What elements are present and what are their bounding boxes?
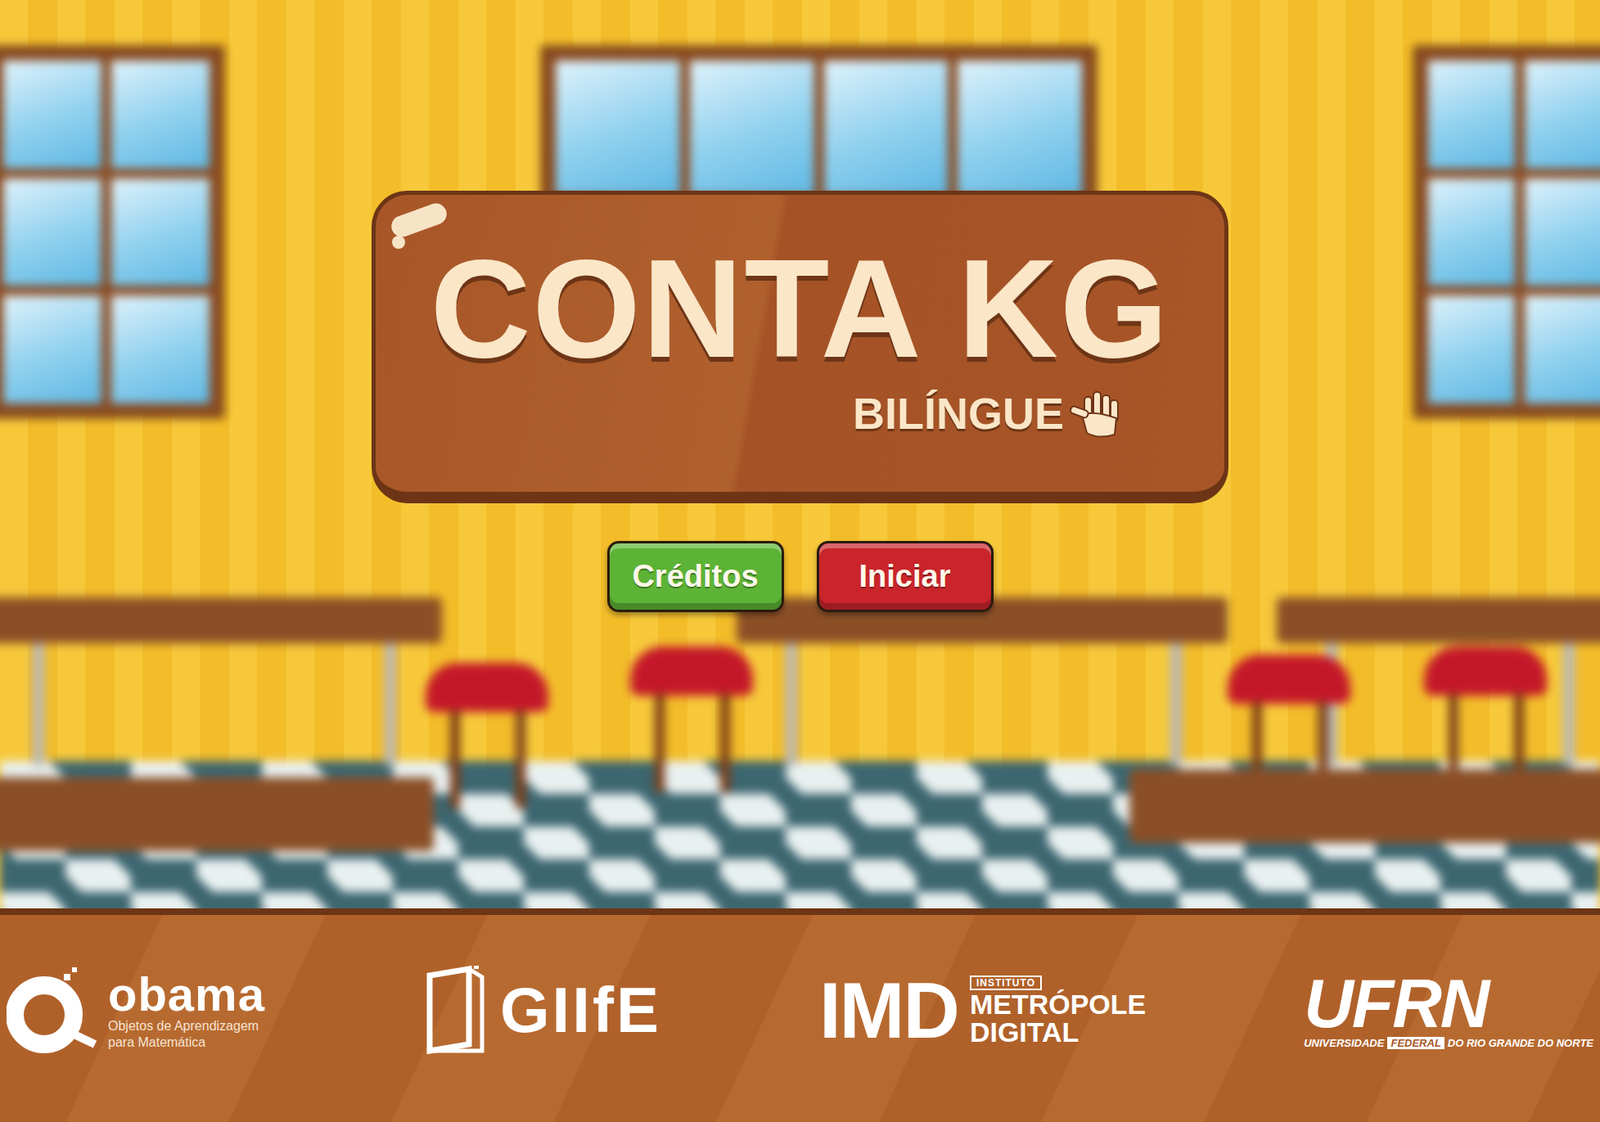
scenery — [1424, 646, 1547, 696]
window-pane — [1524, 295, 1600, 404]
logo-caption: Objetos de Aprendizagem — [108, 1018, 266, 1034]
window-pane — [111, 295, 210, 404]
logo-caption: DO RIO GRANDE DO NORTE — [1447, 1036, 1594, 1050]
window-pane — [689, 60, 815, 195]
window-pane — [3, 60, 102, 169]
logo-caption: para Matemática — [108, 1034, 266, 1051]
scenery — [1563, 643, 1575, 767]
window-pane — [111, 178, 210, 287]
scenery — [630, 646, 753, 696]
scenery — [654, 694, 665, 793]
window-pane — [3, 295, 102, 404]
window-pane — [957, 60, 1082, 195]
scenery — [515, 710, 526, 809]
window-pane — [1428, 178, 1515, 287]
button-row: Créditos Iniciar — [607, 540, 994, 613]
title-screen: CONTA KGBILÍNGUE Créditos Iniciar obamaObje… — [0, 0, 1600, 1122]
board-shine — [392, 235, 406, 249]
button-label: Iniciar — [859, 558, 951, 595]
logo-name: UFRN — [1303, 971, 1594, 1037]
start-button[interactable]: Iniciar — [816, 540, 994, 613]
logo-name: GIIfE — [500, 973, 662, 1048]
stage: CONTA KGBILÍNGUE Créditos Iniciar — [0, 0, 1600, 909]
window — [540, 45, 1097, 210]
scenery — [1227, 654, 1351, 704]
scenery — [1276, 597, 1600, 644]
scenery — [1170, 643, 1182, 767]
button-label: Créditos — [631, 558, 758, 595]
scenery — [0, 777, 434, 852]
credits-button[interactable]: Créditos — [607, 540, 785, 613]
logo-tag: INSTITUTO — [969, 975, 1042, 991]
window-pane — [1524, 178, 1600, 287]
subtitle: BILÍNGUE — [852, 387, 1064, 439]
ufrn-text: UFRNUNIVERSIDADEFEDERALDO RIO GRANDE DO … — [1303, 971, 1594, 1050]
imd-text: INSTITUTOMETRÓPOLEDIGITAL — [969, 974, 1146, 1046]
scenery — [384, 643, 397, 767]
logo-name: IMD — [819, 971, 959, 1051]
scenery — [785, 643, 798, 767]
logo-caption: FEDERAL — [1387, 1036, 1444, 1050]
imd-logo: IMDINSTITUTOMETRÓPOLEDIGITAL — [819, 971, 1146, 1051]
board-shine — [388, 200, 451, 240]
ufrn-caption: UNIVERSIDADEFEDERALDO RIO GRANDE DO NORT… — [1303, 1036, 1594, 1050]
title-board: CONTA KGBILÍNGUE — [371, 190, 1229, 504]
book-icon — [423, 965, 489, 1056]
window-pane — [555, 60, 681, 195]
obama-text: obamaObjetos de Aprendizagempara Matemát… — [108, 970, 266, 1050]
subtitle-row: BILÍNGUE — [852, 387, 1127, 440]
window-pane — [824, 60, 949, 195]
scenery — [32, 643, 45, 767]
window-pane — [3, 178, 102, 287]
obama-logo: obamaObjetos de Aprendizagempara Matemát… — [6, 965, 266, 1056]
window — [1413, 45, 1600, 419]
partner-logos-bar: obamaObjetos de Aprendizagempara Matemát… — [0, 908, 1600, 1122]
obama-icon — [6, 965, 97, 1056]
window-pane — [1428, 60, 1515, 169]
game-title: CONTA KG — [430, 235, 1171, 383]
window — [0, 45, 225, 419]
logo-line: DIGITAL — [969, 1018, 1146, 1046]
scenery — [0, 597, 442, 644]
scenery — [720, 694, 731, 793]
scenery — [450, 710, 460, 809]
giife-logo: GIIfE — [423, 965, 662, 1056]
ufrn-logo: UFRNUNIVERSIDADEFEDERALDO RIO GRANDE DO … — [1303, 971, 1594, 1050]
sign-language-hand-icon — [1068, 387, 1127, 440]
window-pane — [1428, 295, 1515, 404]
window-pane — [1524, 60, 1600, 169]
scenery — [425, 662, 549, 713]
scenery — [1129, 769, 1600, 843]
logo-caption: UNIVERSIDADE — [1303, 1036, 1384, 1050]
window-pane — [111, 60, 210, 169]
logo-line: METRÓPOLE — [969, 990, 1146, 1019]
logo-name: obama — [108, 970, 266, 1019]
